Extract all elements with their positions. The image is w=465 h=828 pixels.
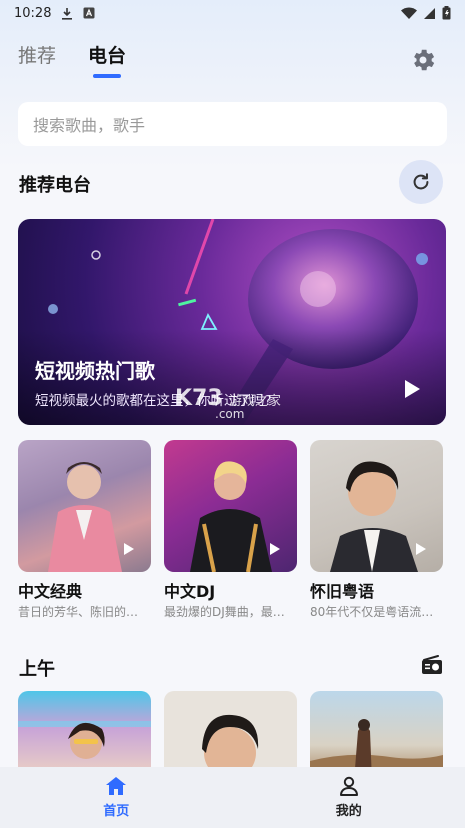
search-input[interactable]: 搜索歌曲，歌手 (18, 102, 447, 146)
a-badge-icon (83, 7, 95, 19)
play-icon[interactable] (415, 542, 427, 556)
card-title: 中文DJ (164, 582, 216, 601)
signal-icon (423, 7, 436, 20)
play-icon[interactable] (269, 542, 281, 556)
battery-icon (442, 6, 451, 20)
search-placeholder: 搜索歌曲，歌手 (33, 116, 146, 135)
play-icon[interactable] (123, 542, 135, 556)
download-icon (61, 7, 73, 20)
radio-card-chinese-classic[interactable]: 中文经典 昔日的芳华、陈旧的… (18, 440, 151, 621)
section-title-recommended: 推荐电台 (19, 175, 91, 196)
home-icon (106, 777, 127, 795)
card-cover (310, 440, 443, 572)
card-description: 最劲爆的DJ舞曲，最… (164, 605, 285, 619)
status-time: 10:28 (14, 5, 52, 21)
play-icon[interactable] (403, 379, 421, 399)
nav-home-label: 首页 (103, 804, 130, 819)
watermark: K73 游戏之家 .com (175, 386, 281, 421)
radio-card-cantonese[interactable]: 怀旧粤语 80年代不仅是粤语流… (310, 440, 443, 621)
radio-card-chinese-dj[interactable]: 中文DJ 最劲爆的DJ舞曲，最… (164, 440, 297, 621)
section-title-morning: 上午 (19, 659, 55, 680)
watermark-domain: .com (215, 407, 245, 421)
radio-icon[interactable] (421, 655, 443, 675)
bottom-nav: 首页 我的 (0, 767, 465, 828)
nav-mine[interactable]: 我的 (233, 767, 465, 828)
card-cover (18, 440, 151, 572)
watermark-logo: K73 (175, 386, 223, 411)
refresh-button[interactable] (399, 160, 443, 204)
banner-title: 短视频热门歌 (35, 359, 155, 383)
user-icon (339, 776, 358, 796)
card-description: 80年代不仅是粤语流… (310, 605, 434, 619)
refresh-icon (413, 173, 429, 190)
wifi-icon (401, 7, 417, 20)
top-tabs: 推荐 电台 (18, 42, 126, 78)
gear-icon[interactable] (409, 46, 437, 74)
card-title: 中文经典 (18, 582, 83, 601)
tab-radio[interactable]: 电台 (88, 42, 126, 78)
card-description: 昔日的芳华、陈旧的… (18, 605, 139, 619)
card-cover (164, 440, 297, 572)
card-title: 怀旧粤语 (310, 582, 375, 601)
tab-recommend[interactable]: 推荐 (18, 42, 56, 78)
nav-mine-label: 我的 (335, 804, 362, 819)
status-bar: 10:28 (0, 0, 465, 26)
app-screen: 10:28 推荐 电台 搜索歌曲，歌手 推荐电台 短视频热门歌 短视频最火的歌都… (0, 0, 465, 828)
nav-home[interactable]: 首页 (0, 767, 233, 828)
